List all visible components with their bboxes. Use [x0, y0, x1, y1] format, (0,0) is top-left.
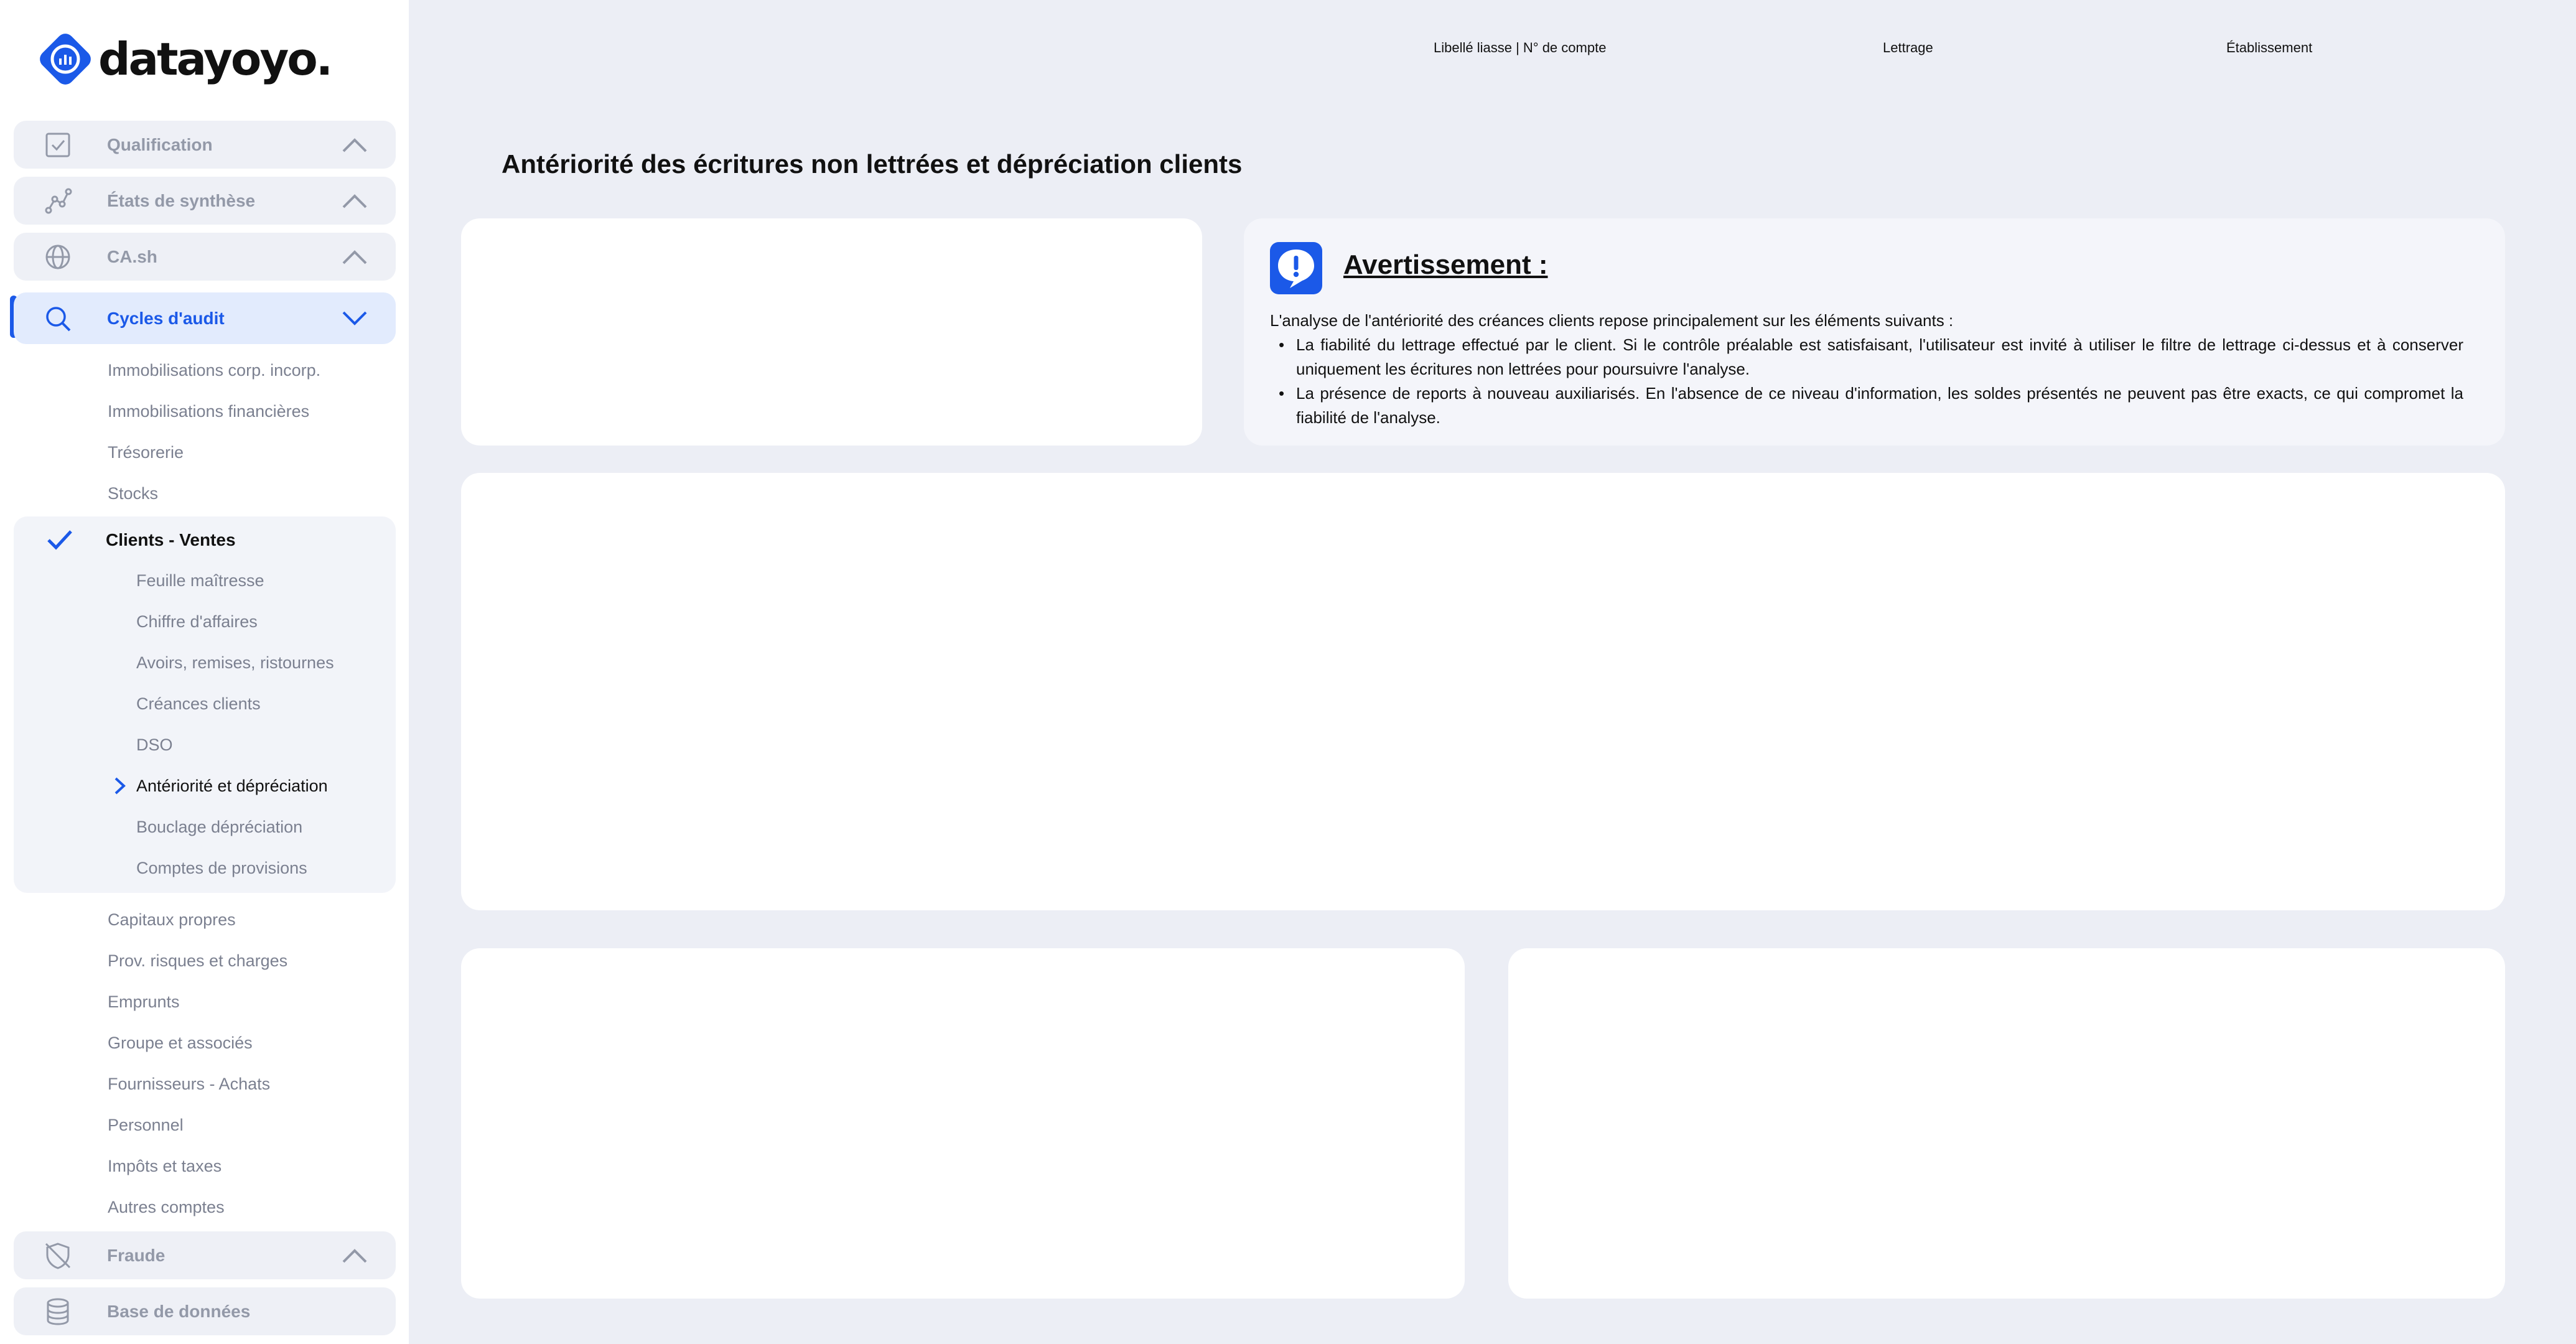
sidebar-item-autres-comptes[interactable]: Autres comptes	[108, 1198, 225, 1217]
nav-section-ca-sh[interactable]: CA.sh	[14, 233, 396, 281]
logo-text: datayoyo.	[98, 33, 333, 85]
sidebar-item-tresorerie[interactable]: Trésorerie	[108, 443, 184, 462]
chevron-up-icon[interactable]	[341, 192, 368, 210]
bottom-left-card	[461, 948, 1465, 1299]
sidebar-item-capitaux-propres[interactable]: Capitaux propres	[108, 910, 236, 930]
sidebar-item-fournisseurs-achats[interactable]: Fournisseurs - Achats	[108, 1075, 270, 1094]
warning-intro: L'analyse de l'antériorité des créances …	[1270, 311, 1954, 330]
nav-section-base-de-donnees[interactable]: Base de données	[14, 1287, 396, 1335]
bottom-right-card	[1508, 948, 2505, 1299]
shield-off-icon	[45, 1242, 71, 1269]
sidebar-item-impots-taxes[interactable]: Impôts et taxes	[108, 1157, 222, 1176]
sidebar-item-groupe-associes[interactable]: Groupe et associés	[108, 1034, 253, 1053]
warning-card: Avertissement : L'analyse de l'antériori…	[1244, 218, 2505, 446]
warning-title: Avertissement :	[1343, 250, 1548, 280]
clients-ventes-group: Clients - Ventes Feuille maîtresse Chiff…	[14, 516, 396, 893]
chart-line-icon	[45, 188, 72, 213]
globe-icon	[45, 245, 70, 269]
sidebar-item-feuille-maitresse[interactable]: Feuille maîtresse	[136, 571, 264, 590]
sidebar-item-stocks[interactable]: Stocks	[108, 484, 158, 503]
chevron-up-icon[interactable]	[341, 248, 368, 266]
database-icon	[47, 1298, 69, 1325]
sidebar-item-creances-clients[interactable]: Créances clients	[136, 694, 261, 714]
chevron-up-icon[interactable]	[341, 1247, 368, 1264]
nav-section-label: Cycles d'audit	[107, 308, 225, 328]
warning-bullet: La présence de reports à nouveau auxilia…	[1270, 381, 2463, 430]
main-chart-card	[461, 473, 2505, 910]
sidebar-item-avoirs[interactable]: Avoirs, remises, ristournes	[136, 653, 334, 673]
sidebar-item-immobilisations-corp[interactable]: Immobilisations corp. incorp.	[108, 361, 320, 380]
sidebar-item-chiffre-affaires[interactable]: Chiffre d'affaires	[136, 612, 258, 632]
sidebar-item-comptes-provisions[interactable]: Comptes de provisions	[136, 859, 307, 878]
filter-lettrage[interactable]: Lettrage	[1883, 40, 1933, 56]
nav-section-etats-de-synthese[interactable]: États de synthèse	[14, 177, 396, 225]
sidebar-item-anteriorite-depreciation[interactable]: Antériorité et dépréciation	[136, 777, 328, 796]
sidebar-item-prov-risques[interactable]: Prov. risques et charges	[108, 951, 287, 971]
sidebar-item-immobilisations-financieres[interactable]: Immobilisations financières	[108, 402, 309, 421]
alert-icon	[1270, 242, 1322, 294]
nav-section-cycles-audit[interactable]: Cycles d'audit	[14, 292, 396, 344]
nav-section-label: CA.sh	[107, 246, 157, 266]
page-title: Antériorité des écritures non lettrées e…	[502, 149, 1243, 179]
nav-section-label: Fraude	[107, 1245, 166, 1265]
warning-body: L'analyse de l'antériorité des créances …	[1270, 309, 2463, 430]
sidebar-item-bouclage-depreciation[interactable]: Bouclage dépréciation	[136, 818, 302, 837]
filter-libelle-liasse[interactable]: Libellé liasse | N° de compte	[1434, 40, 1606, 56]
clients-ventes-label[interactable]: Clients - Ventes	[106, 530, 236, 550]
filter-etablissement[interactable]: Établissement	[2226, 40, 2312, 56]
chevron-down-icon[interactable]	[341, 310, 368, 327]
logo[interactable]: datayoyo.	[36, 30, 333, 88]
warning-list: La fiabilité du lettrage effectué par le…	[1270, 333, 2463, 430]
search-icon	[46, 306, 71, 331]
checkbox-icon	[45, 133, 70, 157]
sidebar-item-personnel[interactable]: Personnel	[108, 1116, 184, 1135]
warning-bullet: La fiabilité du lettrage effectué par le…	[1270, 333, 2463, 381]
nav-section-fraude[interactable]: Fraude	[14, 1231, 396, 1279]
sidebar: datayoyo. Qualification États de synthès…	[0, 0, 409, 1344]
summary-card	[461, 218, 1202, 446]
nav-section-qualification[interactable]: Qualification	[14, 121, 396, 169]
nav-section-label: États de synthèse	[107, 190, 256, 210]
nav-section-label: Qualification	[107, 134, 213, 154]
sidebar-item-dso[interactable]: DSO	[136, 735, 173, 755]
sidebar-item-emprunts[interactable]: Emprunts	[108, 992, 180, 1012]
chevron-right-icon	[114, 777, 126, 795]
chevron-up-icon[interactable]	[341, 136, 368, 154]
check-icon	[47, 530, 72, 550]
nav-section-label: Base de données	[107, 1301, 251, 1321]
logo-mark-icon	[40, 34, 91, 85]
